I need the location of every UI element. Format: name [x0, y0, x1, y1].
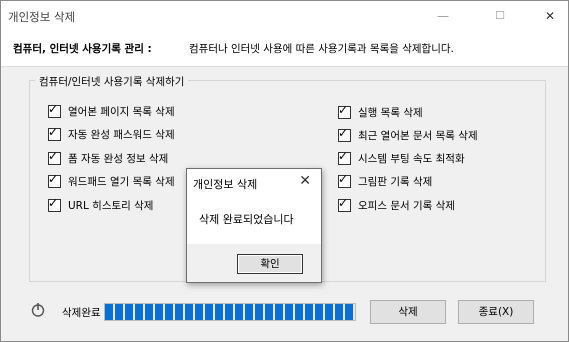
checkbox-form-autocomplete[interactable]: ✓ 폼 자동 완성 정보 삭제 — [48, 149, 169, 166]
minimize-button[interactable]: — — [429, 5, 457, 27]
checkbox-wordpad-recent[interactable]: ✓ 워드패드 열기 목록 삭제 — [48, 172, 175, 189]
checkbox-history-pages[interactable]: ✓ 열어본 페이지 목록 삭제 — [48, 102, 175, 119]
checkbox-box[interactable]: ✓ — [48, 125, 61, 141]
checkbox-url-history[interactable]: ✓ URL 히스토리 삭제 — [48, 196, 154, 213]
checkbox-box[interactable]: ✓ — [338, 196, 351, 212]
checkbox-label: 실행 목록 삭제 — [358, 107, 423, 119]
checkbox-label: 자동 완성 패스워드 삭제 — [68, 129, 175, 141]
checkbox-run-list[interactable]: ✓ 실행 목록 삭제 — [338, 103, 423, 120]
check-mark-icon: ✓ — [48, 172, 59, 186]
completion-dialog: 개인정보 삭제 ✕ 삭제 완료되었습니다 확인 — [186, 168, 322, 283]
progress-fill — [105, 304, 355, 320]
window-close-button[interactable]: ✕ — [536, 5, 564, 27]
checkbox-label: 시스템 부팅 속도 최적화 — [358, 153, 465, 165]
checkbox-box[interactable]: ✓ — [48, 196, 61, 212]
header-description: 컴퓨터나 인터넷 사용에 따른 사용기록과 목록을 삭제합니다. — [189, 43, 454, 55]
window-title: 개인정보 삭제 — [8, 10, 76, 24]
checkbox-office-history[interactable]: ✓ 오피스 문서 기록 삭제 — [338, 196, 455, 213]
check-mark-icon: ✓ — [48, 102, 59, 116]
check-mark-icon: ✓ — [338, 149, 349, 163]
progress-bar — [104, 303, 356, 321]
checkbox-box[interactable]: ✓ — [48, 172, 61, 188]
header-panel: 컴퓨터, 인터넷 사용기록 관리 : 컴퓨터나 인터넷 사용에 따른 사용기록과… — [1, 31, 568, 67]
checkbox-boot-optimize[interactable]: ✓ 시스템 부팅 속도 최적화 — [338, 149, 465, 166]
ok-button[interactable]: 확인 — [237, 254, 303, 274]
exit-button[interactable]: 종료(X) — [458, 300, 534, 324]
options-group-title: 컴퓨터/인터넷 사용기록 삭제하기 — [35, 74, 189, 89]
checkbox-label: URL 히스토리 삭제 — [68, 200, 154, 212]
checkbox-label: 그림판 기록 삭제 — [358, 176, 433, 188]
check-mark-icon: ✓ — [338, 172, 349, 186]
check-mark-icon: ✓ — [338, 196, 349, 210]
checkbox-label: 폼 자동 완성 정보 삭제 — [68, 153, 169, 165]
checkbox-label: 워드패드 열기 목록 삭제 — [68, 176, 175, 188]
checkbox-box[interactable]: ✓ — [48, 149, 61, 165]
checkbox-label: 열어본 페이지 목록 삭제 — [68, 106, 175, 118]
check-mark-icon: ✓ — [338, 126, 349, 140]
checkbox-box[interactable]: ✓ — [338, 172, 351, 188]
checkbox-box[interactable]: ✓ — [338, 103, 351, 119]
check-mark-icon: ✓ — [338, 103, 349, 117]
power-icon — [31, 303, 45, 317]
check-mark-icon: ✓ — [48, 125, 59, 139]
main-window: 개인정보 삭제 — ☐ ✕ 컴퓨터, 인터넷 사용기록 관리 : 컴퓨터나 인터… — [0, 0, 569, 342]
status-label: 삭제완료 — [62, 307, 101, 319]
checkbox-autocomplete-password[interactable]: ✓ 자동 완성 패스워드 삭제 — [48, 125, 175, 142]
check-mark-icon: ✓ — [48, 196, 59, 210]
checkbox-label: 최근 열어본 문서 목록 삭제 — [358, 130, 478, 142]
dialog-title: 개인정보 삭제 — [193, 178, 258, 191]
delete-button[interactable]: 삭제 — [370, 300, 446, 324]
checkbox-box[interactable]: ✓ — [48, 102, 61, 118]
checkbox-paint-history[interactable]: ✓ 그림판 기록 삭제 — [338, 172, 433, 189]
title-bar: 개인정보 삭제 — ☐ ✕ — [1, 1, 568, 31]
checkbox-recent-documents[interactable]: ✓ 최근 열어본 문서 목록 삭제 — [338, 126, 478, 143]
checkbox-box[interactable]: ✓ — [338, 126, 351, 142]
checkbox-label: 오피스 문서 기록 삭제 — [358, 200, 455, 212]
check-mark-icon: ✓ — [48, 149, 59, 163]
header-label: 컴퓨터, 인터넷 사용기록 관리 : — [13, 43, 152, 55]
maximize-button[interactable]: ☐ — [486, 5, 514, 27]
dialog-footer: 확인 — [187, 244, 321, 282]
bottom-bar: 삭제완료 삭제 종료(X) — [1, 291, 568, 341]
dialog-close-icon[interactable]: ✕ — [299, 173, 311, 189]
checkbox-box[interactable]: ✓ — [338, 149, 351, 165]
dialog-message: 삭제 완료되었습니다 — [199, 213, 294, 226]
